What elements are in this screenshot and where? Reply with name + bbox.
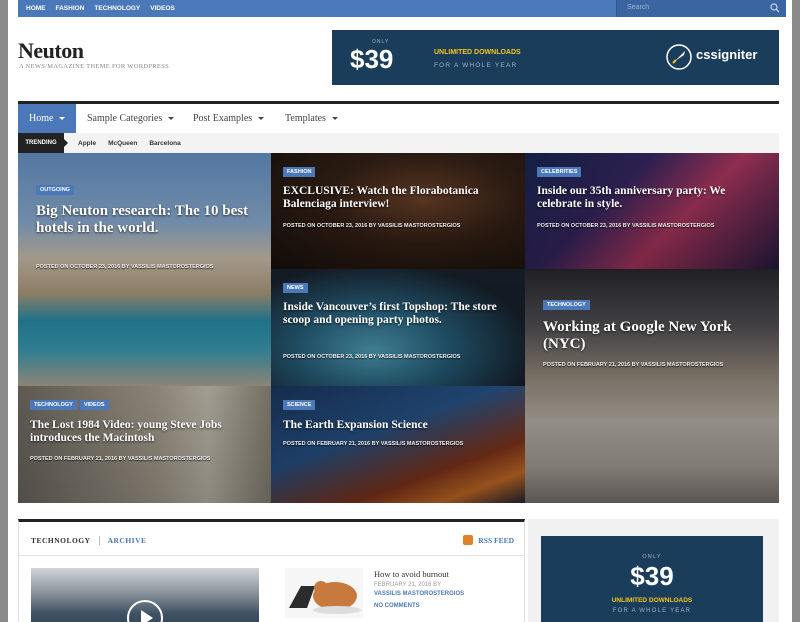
featured-tile-news[interactable]: NEWS Inside Vancouver’s first Topshop: T… [271, 269, 525, 386]
tile-title[interactable]: Inside our 35th anniversary party: We ce… [537, 185, 772, 211]
tile-categories: TECHNOLOGY [543, 300, 590, 310]
top-nav-fashion[interactable]: FASHION [56, 5, 85, 12]
section-divider [98, 536, 100, 545]
trending-bar: TRENDING Apple McQueen Barcelona [18, 133, 779, 153]
tile-categories: OUTGOING [36, 185, 74, 195]
tile-categories: FASHION [283, 167, 316, 177]
tile-meta: POSTED ON OCTOBER 23, 2016 BY VASSILIS M… [283, 223, 461, 229]
archive-link[interactable]: ARCHIVE [108, 536, 147, 545]
trending-link-barcelona[interactable]: Barcelona [149, 140, 180, 147]
tile-categories: CELEBRITIES [537, 167, 582, 177]
trending-link-apple[interactable]: Apple [78, 140, 96, 147]
tile-meta: POSTED ON OCTOBER 23, 2016 BY VASSILIS M… [537, 223, 715, 229]
tile-meta: POSTED ON FEBRUARY 21, 2016 BY VASSILIS … [543, 362, 724, 368]
section-title: TECHNOLOGY [31, 536, 91, 545]
dog-laptop-image [285, 568, 363, 618]
featured-tile-macintosh[interactable]: TECHNOLOGY VIDEOS The Lost 1984 Video: y… [18, 386, 271, 503]
category-badge[interactable]: VIDEOS [79, 400, 109, 410]
rss-feed-link[interactable]: RSS FEED [463, 535, 514, 545]
tile-shade [271, 269, 525, 386]
post-title[interactable]: How to avoid burnout [374, 569, 449, 579]
banner-unlimited: UNLIMITED DOWNLOADS [434, 49, 521, 56]
page: HOME FASHION TECHNOLOGY VIDEOS Search Ne… [8, 0, 792, 622]
chevron-down-icon [258, 117, 265, 120]
tile-categories: TECHNOLOGY VIDEOS [30, 400, 109, 410]
tile-meta: POSTED ON OCTOBER 23, 2016 BY VASSILIS M… [283, 354, 461, 360]
chevron-down-icon [168, 117, 175, 120]
top-nav-technology[interactable]: TECHNOLOGY [94, 5, 140, 12]
featured-tile-science[interactable]: SCIENCE The Earth Expansion Science POST… [271, 386, 525, 503]
tile-title[interactable]: The Lost 1984 Video: young Steve Jobs in… [30, 419, 255, 445]
tile-title[interactable]: Inside Vancouver’s first Topshop: The st… [283, 301, 518, 327]
header-ad-banner[interactable]: ONLY $39 UNLIMITED DOWNLOADS FOR A WHOLE… [332, 30, 779, 85]
site-tagline: A NEWS/MAGAZINE THEME FOR WORDPRESS [19, 63, 170, 70]
tile-title[interactable]: Big Neuton research: The 10 best hotels … [36, 203, 256, 238]
category-badge[interactable]: CELEBRITIES [537, 167, 582, 177]
sidebar-ad-price: $39 [630, 561, 674, 591]
rss-feed-label: RSS FEED [478, 535, 514, 545]
featured-tile-hotels[interactable]: OUTGOING Big Neuton research: The 10 bes… [18, 153, 271, 386]
trending-label: TRENDING [18, 133, 68, 153]
section-rule [19, 555, 524, 556]
nav-item-post-examples[interactable]: Post Examples [182, 104, 275, 133]
banner-brand: cssigniter [696, 47, 758, 62]
nav-item-templates-label: Templates [285, 113, 326, 124]
tile-title[interactable]: Working at Google New York (NYC) [543, 319, 768, 354]
search-input[interactable]: Search [616, 0, 786, 17]
chevron-down-icon [331, 117, 338, 120]
category-badge[interactable]: FASHION [283, 167, 316, 177]
sidebar: ONLY $39 UNLIMITED DOWNLOADS FOR A WHOLE… [528, 519, 779, 622]
nav-item-home-label: Home [29, 113, 54, 124]
technology-section: TECHNOLOGY ARCHIVE RSS FEED How to avoid… [18, 519, 525, 622]
trending-link-mcqueen[interactable]: McQueen [108, 140, 137, 147]
top-bar: HOME FASHION TECHNOLOGY VIDEOS Search [18, 0, 786, 17]
rocket-icon [666, 44, 692, 70]
featured-tile-google[interactable]: TECHNOLOGY Working at Google New York (N… [525, 269, 779, 503]
category-badge[interactable]: SCIENCE [283, 400, 316, 410]
featured-video-thumbnail[interactable] [31, 568, 259, 622]
sidebar-ad-whole-year: FOR A WHOLE YEAR [612, 608, 692, 614]
nav-item-post-examples-label: Post Examples [193, 113, 253, 124]
tile-meta: POSTED ON FEBRUARY 21, 2016 BY VASSILIS … [30, 456, 211, 462]
search-icon[interactable] [770, 3, 780, 13]
trending-links: Apple McQueen Barcelona [78, 133, 181, 153]
featured-tile-fashion[interactable]: FASHION EXCLUSIVE: Watch the Florabotani… [271, 153, 525, 269]
chevron-down-icon [59, 117, 66, 120]
main-nav: Home Sample Categories Post Examples Tem… [18, 101, 779, 133]
top-nav-videos[interactable]: VIDEOS [150, 5, 175, 12]
tile-categories: NEWS [283, 283, 308, 293]
category-badge[interactable]: TECHNOLOGY [30, 400, 77, 410]
nav-item-home[interactable]: Home [18, 104, 77, 133]
tile-title[interactable]: The Earth Expansion Science [283, 419, 508, 432]
rss-icon [463, 535, 474, 545]
section-header: TECHNOLOGY ARCHIVE [31, 536, 147, 545]
search-placeholder: Search [627, 4, 650, 11]
banner-price: $39 [350, 44, 394, 74]
category-badge[interactable]: TECHNOLOGY [543, 300, 590, 310]
post-meta: FEBRUARY 21, 2016 BY VASSILIS MASTOROSTE… [374, 581, 484, 598]
post-comments[interactable]: NO COMMENTS [374, 603, 420, 609]
banner-whole-year: FOR A WHOLE YEAR [434, 62, 518, 69]
sidebar-ad-unlimited: UNLIMITED DOWNLOADS [611, 597, 693, 604]
tile-meta: POSTED ON FEBRUARY 21, 2016 BY VASSILIS … [283, 441, 464, 447]
sidebar-ad-banner[interactable]: ONLY $39 UNLIMITED DOWNLOADS FOR A WHOLE… [541, 536, 763, 622]
category-badge[interactable]: OUTGOING [36, 185, 74, 195]
featured-grid: OUTGOING Big Neuton research: The 10 bes… [18, 153, 779, 503]
post-thumbnail[interactable] [285, 568, 363, 618]
tile-categories: SCIENCE [283, 400, 316, 410]
featured-tile-celebrities[interactable]: CELEBRITIES Inside our 35th anniversary … [525, 153, 779, 269]
sidebar-ad-only: ONLY [642, 554, 662, 560]
nav-item-sample-categories-label: Sample Categories [87, 113, 163, 124]
nav-item-templates[interactable]: Templates [274, 104, 349, 133]
play-icon[interactable] [125, 598, 165, 622]
top-nav-home[interactable]: HOME [26, 5, 46, 12]
top-nav: HOME FASHION TECHNOLOGY VIDEOS [26, 0, 175, 17]
tile-title[interactable]: EXCLUSIVE: Watch the Florabotanica Balen… [283, 185, 518, 211]
category-badge[interactable]: NEWS [283, 283, 308, 293]
post-author[interactable]: VASSILIS MASTOROSTERGIOS [374, 591, 464, 597]
post-date: FEBRUARY 21, 2016 BY [374, 582, 442, 588]
tile-meta: POSTED ON OCTOBER 23, 2016 BY VASSILIS M… [36, 264, 214, 270]
site-logo[interactable]: Neuton [18, 38, 84, 64]
nav-item-sample-categories[interactable]: Sample Categories [76, 104, 185, 133]
